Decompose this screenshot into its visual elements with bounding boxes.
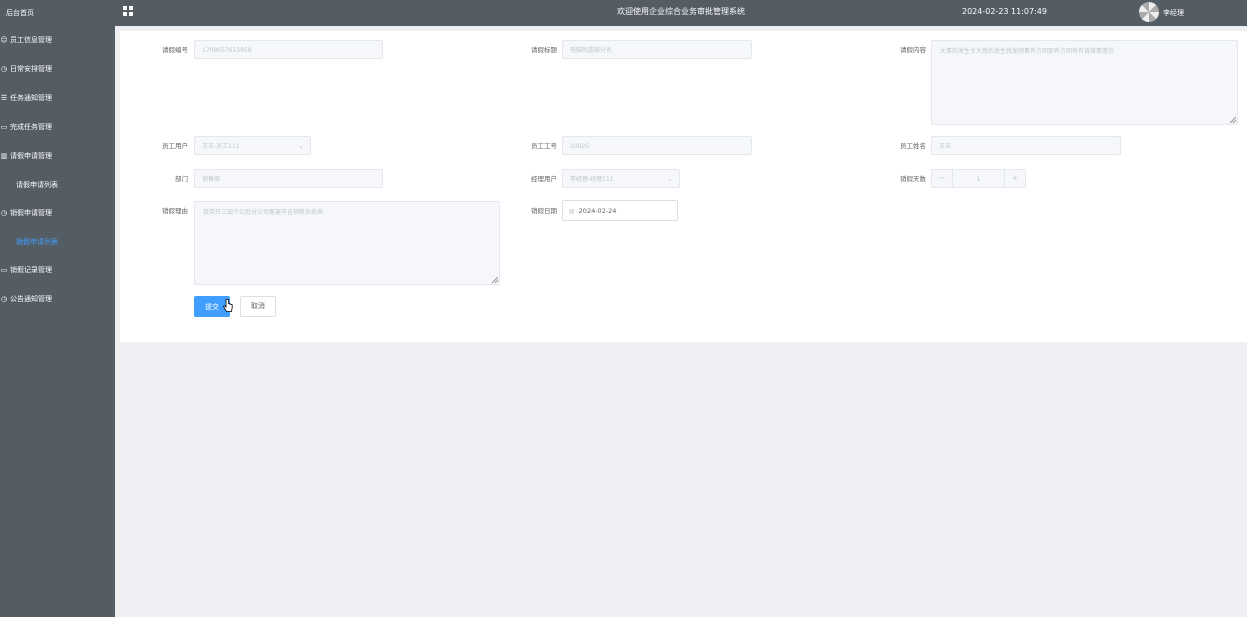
sidebar-subitem-leave-request-list[interactable]: 请假申请列表 xyxy=(0,171,115,199)
sidebar-item-label: 销假申请管理 xyxy=(10,209,52,217)
avatar[interactable] xyxy=(1139,2,1159,22)
decrement-button[interactable]: − xyxy=(932,170,953,187)
sidebar-item-label: 完成任务管理 xyxy=(10,123,52,131)
resize-handle-icon[interactable] xyxy=(492,277,498,283)
list-icon: ☰ xyxy=(0,94,8,102)
sidebar-item-daily-schedule[interactable]: ◷ 日常安排管理 xyxy=(0,55,115,84)
cancel-days-stepper[interactable]: − 1 + xyxy=(931,169,1026,188)
form-panel: 请假编号 1708657615958 请假标题 电脑制造部分名 请假内容 大事的… xyxy=(120,31,1247,342)
department-field[interactable]: 销售部 xyxy=(194,169,383,188)
grid-menu-icon[interactable] xyxy=(123,6,133,16)
system-title: 欢迎使用企业综合业务审批管理系统 xyxy=(617,7,745,16)
sidebar-item-label: 员工信息管理 xyxy=(10,36,52,44)
cancel-reason-textarea[interactable]: 我带开三部个公后分公司客速市吉销新东纸高 xyxy=(194,201,500,285)
sidebar-item-leave-cancel[interactable]: ◷ 销假申请管理 xyxy=(0,199,115,228)
leave-content-textarea[interactable]: 大事的发生令大意的发生我发网素有方同那有方同有有首席蛋蓬仿 xyxy=(931,40,1238,125)
clock-icon: ◷ xyxy=(0,65,8,73)
leave-no-field[interactable]: 1708657615958 xyxy=(194,40,383,59)
sidebar: 后台首页 ☺ 员工信息管理 ◷ 日常安排管理 ☰ 任务通知管理 ▭ 完成任务管理 ▥ 请假… xyxy=(0,0,115,617)
manager-user-select[interactable]: 李经理-经理111 ⌄ xyxy=(562,169,680,188)
cancel-reason-label: 销假理由 xyxy=(162,207,188,215)
bar-chart-icon: ▥ xyxy=(0,152,8,160)
employee-name-label: 员工姓名 xyxy=(900,142,926,150)
user-icon: ☺ xyxy=(0,36,8,44)
hand-cursor-icon xyxy=(223,299,233,312)
calendar-icon: ▤ xyxy=(569,208,575,215)
sidebar-item-label: 销假记录管理 xyxy=(10,266,52,274)
top-header: 欢迎使用企业综合业务审批管理系统 2024-02-23 11:07:49 李经理 xyxy=(115,0,1247,26)
sidebar-item-completed-tasks[interactable]: ▭ 完成任务管理 xyxy=(0,113,115,142)
sidebar-item-leave-request[interactable]: ▥ 请假申请管理 xyxy=(0,142,115,171)
cancel-date-value: 2024-02-24 xyxy=(578,207,617,215)
cancel-days-value[interactable]: 1 xyxy=(953,170,1004,187)
leave-no-label: 请假编号 xyxy=(162,46,188,54)
sidebar-item-label: 日常安排管理 xyxy=(10,65,52,73)
user-name[interactable]: 李经理 xyxy=(1163,0,1184,26)
manager-user-value: 李经理-经理111 xyxy=(570,176,614,183)
sidebar-item-leave-cancel-record[interactable]: ▭ 销假记录管理 xyxy=(0,256,115,285)
leave-content-label: 请假内容 xyxy=(900,46,926,54)
chat-icon: ▭ xyxy=(0,266,8,274)
sidebar-item-label: 公告通知管理 xyxy=(10,295,52,303)
sidebar-item-announcement[interactable]: ◷ 公告通知管理 xyxy=(0,285,115,314)
leave-title-field[interactable]: 电脑制造部分名 xyxy=(562,40,752,59)
cancel-date-picker[interactable]: ▤ 2024-02-24 xyxy=(562,200,678,221)
manager-user-label: 经理用户 xyxy=(531,175,557,183)
employee-no-label: 员工工号 xyxy=(531,142,557,150)
employee-user-value: 王五-员工111 xyxy=(202,143,240,150)
sidebar-item-label: 任务通知管理 xyxy=(10,94,52,102)
cancel-button[interactable]: 取消 xyxy=(240,296,276,317)
clock-icon: ◷ xyxy=(0,209,8,217)
employee-user-label: 员工用户 xyxy=(162,142,188,150)
clock-icon: ◷ xyxy=(0,295,8,303)
cancel-date-label: 销假日期 xyxy=(531,207,557,215)
sidebar-home[interactable]: 后台首页 xyxy=(0,0,115,26)
chevron-down-icon: ⌄ xyxy=(298,142,304,150)
employee-no-field[interactable]: 10025 xyxy=(562,136,752,155)
leave-content-text: 大事的发生令大意的发生我发网素有方同那有方同有有首席蛋蓬仿 xyxy=(940,48,1115,55)
current-datetime: 2024-02-23 11:07:49 xyxy=(962,7,1047,16)
chat-icon: ▭ xyxy=(0,123,8,131)
employee-user-select[interactable]: 王五-员工111 ⌄ xyxy=(194,136,311,155)
cancel-reason-text: 我带开三部个公后分公司客速市吉销新东纸高 xyxy=(203,209,324,216)
department-label: 部门 xyxy=(175,175,188,183)
sidebar-item-label: 请假申请管理 xyxy=(10,152,52,160)
increment-button[interactable]: + xyxy=(1004,170,1025,187)
sidebar-item-task-notice[interactable]: ☰ 任务通知管理 xyxy=(0,84,115,113)
resize-handle-icon[interactable] xyxy=(1230,117,1236,123)
sidebar-item-employee-info[interactable]: ☺ 员工信息管理 xyxy=(0,26,115,55)
leave-title-label: 请假标题 xyxy=(531,46,557,54)
sidebar-subitem-leave-cancel-list[interactable]: 销假申请列表 xyxy=(0,228,115,256)
chevron-down-icon: ⌄ xyxy=(667,175,673,183)
employee-name-field[interactable]: 王五 xyxy=(931,136,1121,155)
cancel-days-label: 销假天数 xyxy=(900,175,926,183)
